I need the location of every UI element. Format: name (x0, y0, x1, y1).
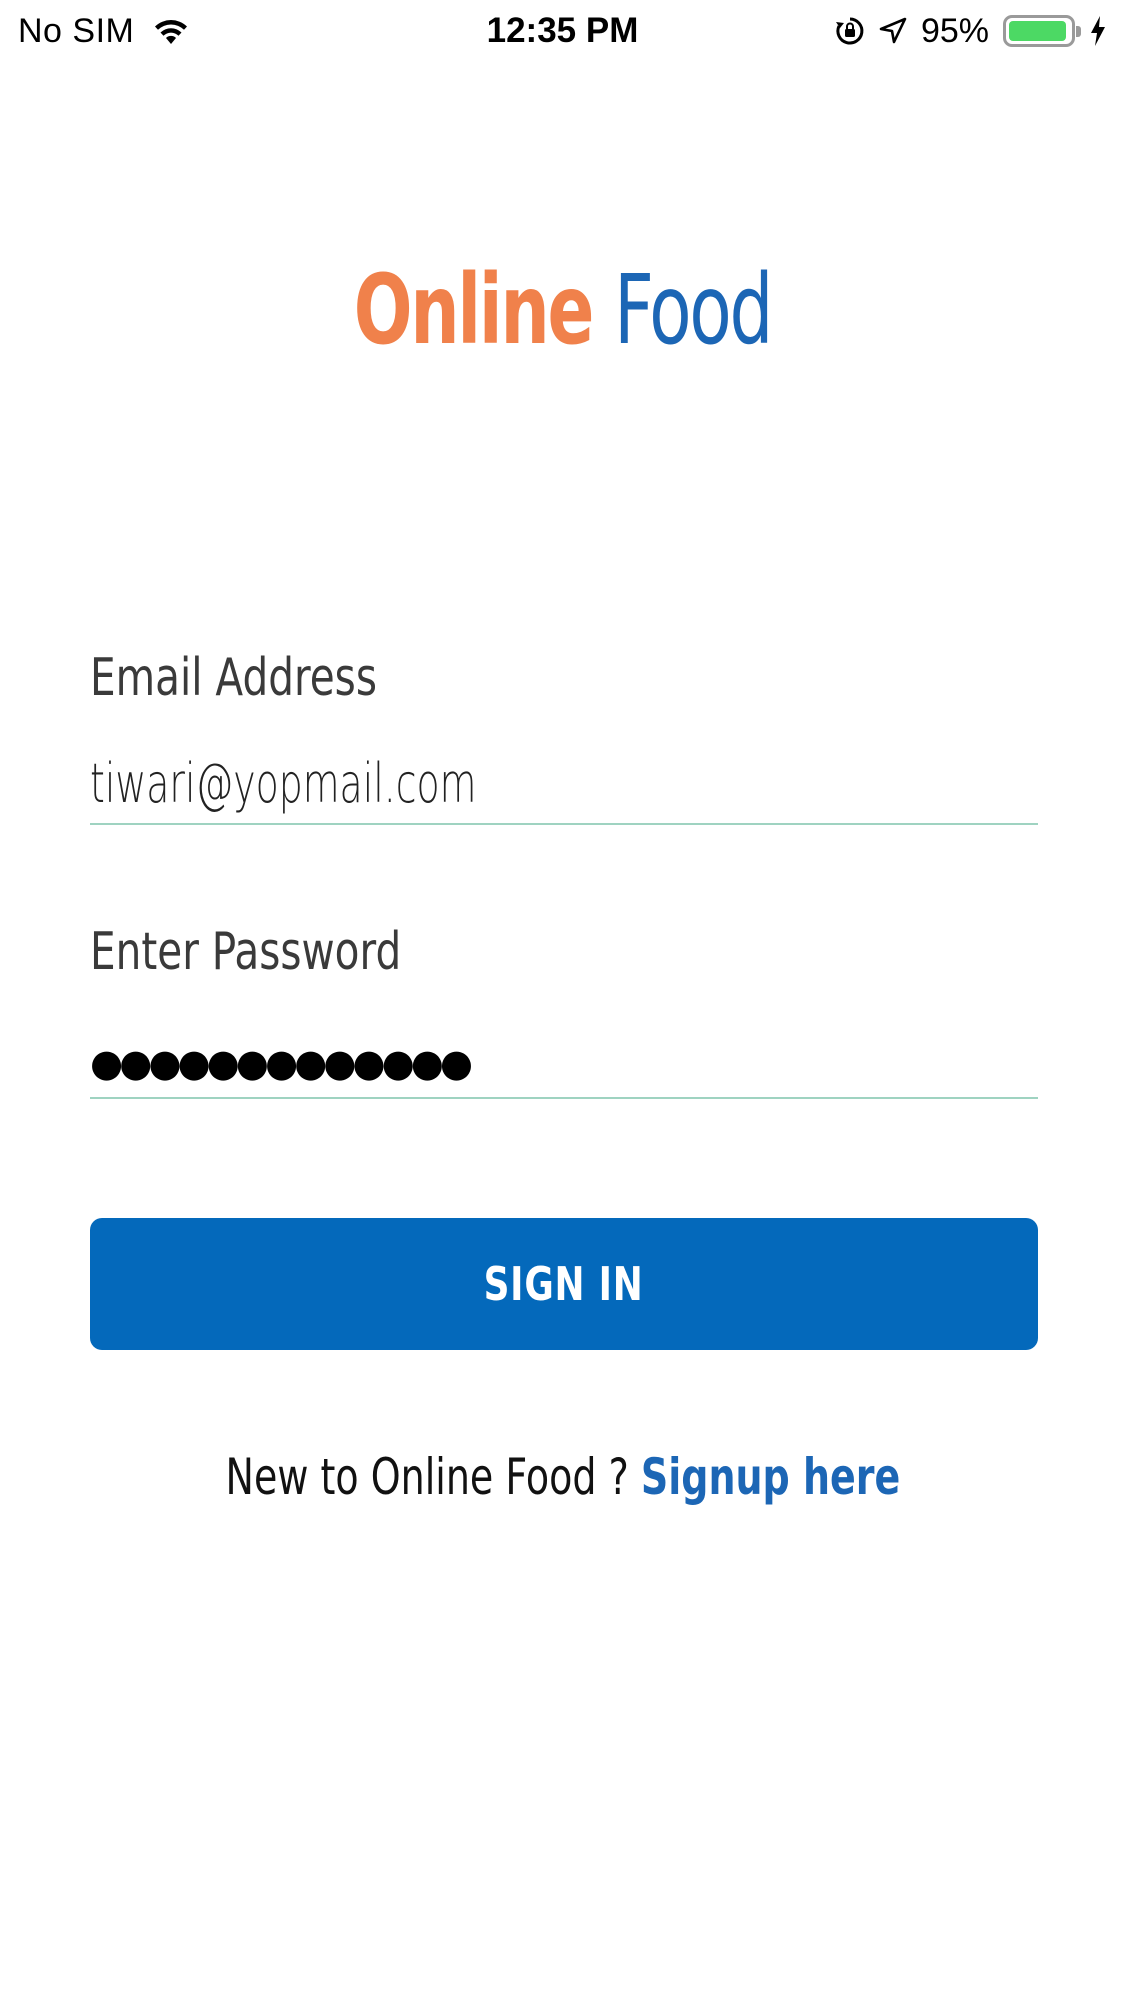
email-field[interactable]: tiwari@yopmail.com (90, 745, 1038, 825)
battery-percent: 95% (920, 11, 989, 50)
logo-word-online: Online (353, 254, 595, 366)
email-label: Email Address (90, 648, 377, 708)
status-bar: No SIM 12:35 PM 95% (0, 0, 1125, 62)
battery-nub (1076, 26, 1081, 37)
signup-link[interactable]: Signup here (640, 1448, 899, 1506)
sign-in-label: SIGN IN (483, 1257, 644, 1311)
battery-icon (1003, 15, 1081, 47)
password-label: Enter Password (90, 922, 402, 982)
sign-in-button[interactable]: SIGN IN (90, 1218, 1038, 1350)
orientation-lock-icon (835, 16, 865, 46)
password-mask: ●●●●●●●●●●●●● (90, 1041, 473, 1085)
battery-level-fill (1009, 21, 1066, 41)
signup-prompt-text: New to Online Food ? (225, 1448, 629, 1506)
status-bar-right: 95% (835, 10, 1107, 52)
logo-word-food: Food (614, 254, 773, 366)
location-arrow-icon (879, 17, 907, 45)
password-field[interactable]: ●●●●●●●●●●●●● (90, 1019, 1038, 1099)
app-logo: Online Food (157, 250, 967, 370)
email-value: tiwari@yopmail.com (90, 752, 477, 815)
charging-bolt-icon (1089, 15, 1107, 47)
signup-prompt-inner: New to Online Food ? Signup here (225, 1448, 900, 1506)
signup-prompt-row: New to Online Food ? Signup here (0, 1448, 1125, 1506)
